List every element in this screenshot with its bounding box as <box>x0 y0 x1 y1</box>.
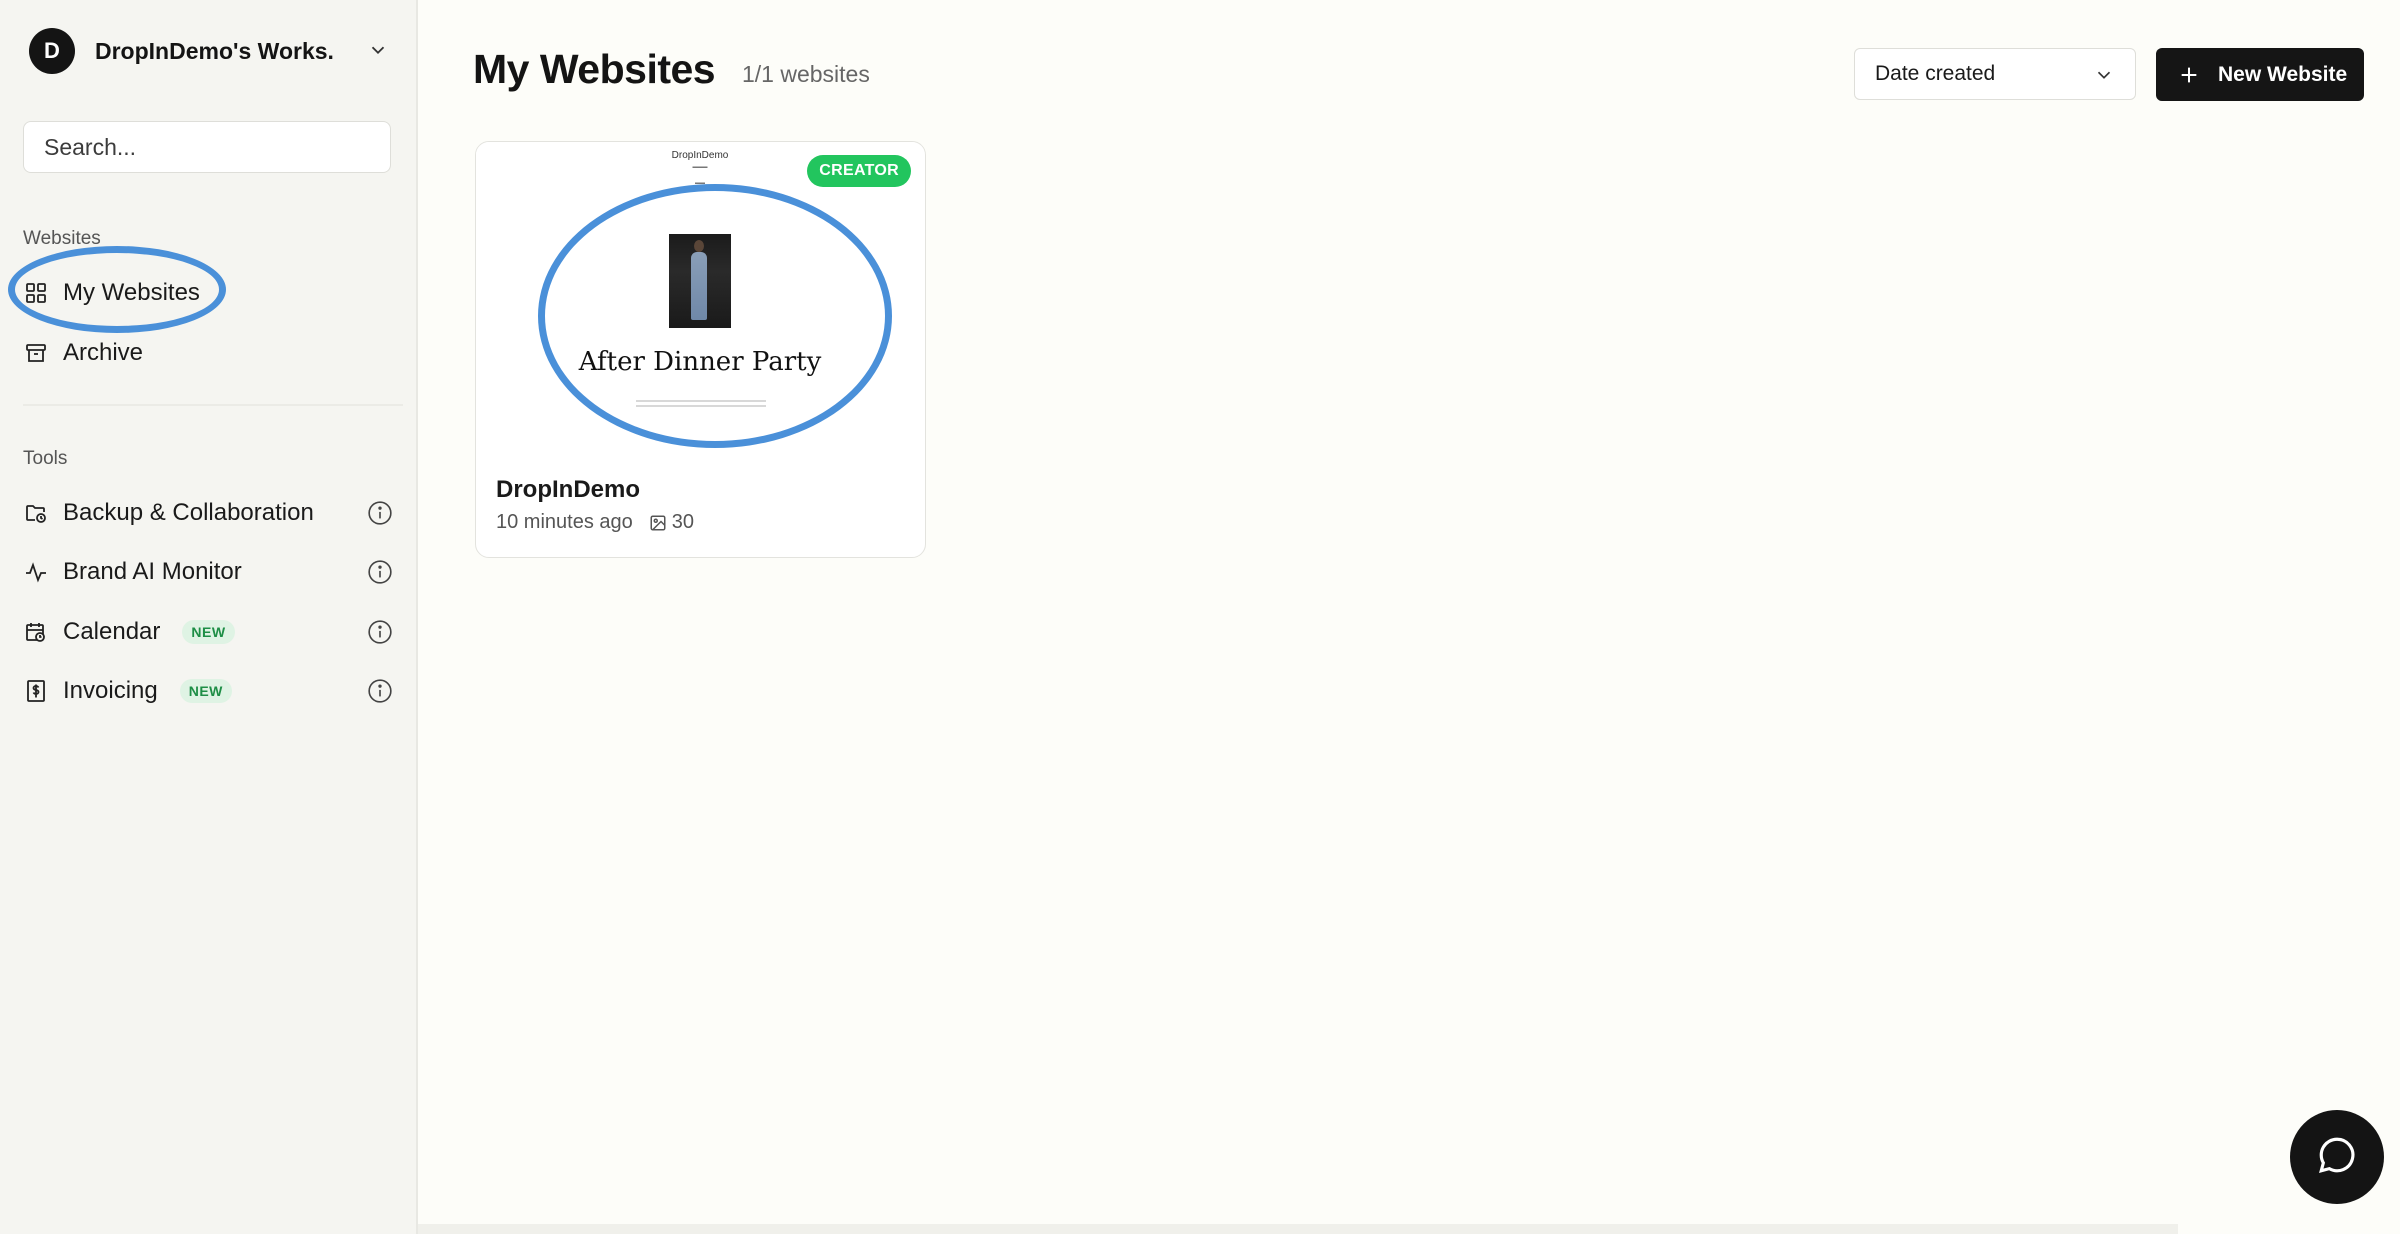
sidebar-item-my-websites[interactable]: My Websites <box>23 271 393 315</box>
new-website-button[interactable]: New Website <box>2156 48 2364 101</box>
new-badge: NEW <box>182 620 235 644</box>
folder-sync-icon <box>23 500 49 526</box>
thumbnail-body-text <box>636 400 766 410</box>
photo-figure-head <box>694 240 704 252</box>
sidebar-item-label: Brand AI Monitor <box>63 558 242 585</box>
website-title: DropInDemo <box>496 476 640 503</box>
sidebar-item-archive[interactable]: Archive <box>23 331 393 375</box>
sidebar-item-brand-ai-monitor[interactable]: Brand AI Monitor <box>23 550 393 594</box>
chevron-down-icon[interactable] <box>367 39 389 66</box>
sort-label: Date created <box>1875 62 1996 85</box>
sidebar-item-label: Backup & Collaboration <box>63 499 314 526</box>
sort-dropdown[interactable]: Date created <box>1854 48 2136 100</box>
website-count: 1/1 websites <box>742 61 870 87</box>
chevron-down-icon <box>2093 64 2115 92</box>
bottom-scrollbar-track <box>418 1224 2178 1234</box>
sidebar-item-label: Calendar <box>63 618 161 645</box>
image-icon <box>649 514 667 532</box>
website-updated-time: 10 minutes ago <box>496 511 633 533</box>
website-thumbnail[interactable]: DropInDemo ▬▬▬ ▬▬ After Dinner Party CRE… <box>476 142 924 452</box>
workspace-name: DropInDemo's Works... <box>95 37 335 64</box>
new-badge: NEW <box>179 679 232 703</box>
website-meta: 10 minutes ago 30 <box>496 511 694 534</box>
sidebar: D DropInDemo's Works... Websites My Webs… <box>0 0 418 1234</box>
search-input[interactable] <box>23 121 391 173</box>
thumbnail-heading: After Dinner Party <box>578 347 822 377</box>
new-website-label: New Website <box>2218 62 2348 86</box>
websites-section-label: Websites <box>23 228 101 249</box>
photo-figure-body <box>691 252 707 320</box>
tools-section-label: Tools <box>23 448 68 469</box>
avatar: D <box>29 28 75 74</box>
creator-badge: CREATOR <box>807 155 911 187</box>
info-icon[interactable] <box>367 678 393 711</box>
page-title: My Websites <box>473 46 716 92</box>
image-count: 30 <box>671 511 695 533</box>
chat-icon <box>2316 1134 2358 1181</box>
activity-icon <box>23 559 49 585</box>
sidebar-item-invoicing[interactable]: Invoicing NEW <box>23 669 393 713</box>
thumbnail-photo <box>669 234 731 328</box>
info-icon[interactable] <box>367 559 393 592</box>
sidebar-item-label: My Websites <box>63 279 200 306</box>
sidebar-item-label: Invoicing <box>63 677 158 704</box>
plus-icon <box>2178 64 2200 86</box>
chat-button[interactable] <box>2290 1110 2384 1204</box>
info-icon[interactable] <box>367 619 393 652</box>
invoice-icon <box>23 678 49 704</box>
website-card[interactable]: DropInDemo ▬▬▬ ▬▬ After Dinner Party CRE… <box>475 141 926 558</box>
workspace-switcher[interactable]: D DropInDemo's Works... <box>29 27 389 75</box>
sidebar-item-calendar[interactable]: Calendar NEW <box>23 610 393 654</box>
calendar-clock-icon <box>23 619 49 645</box>
archive-icon <box>23 340 49 366</box>
sidebar-item-backup-collaboration[interactable]: Backup & Collaboration <box>23 491 393 535</box>
sidebar-item-label: Archive <box>63 339 144 366</box>
divider <box>23 404 403 406</box>
grid-icon <box>23 280 49 306</box>
info-icon[interactable] <box>367 500 393 533</box>
